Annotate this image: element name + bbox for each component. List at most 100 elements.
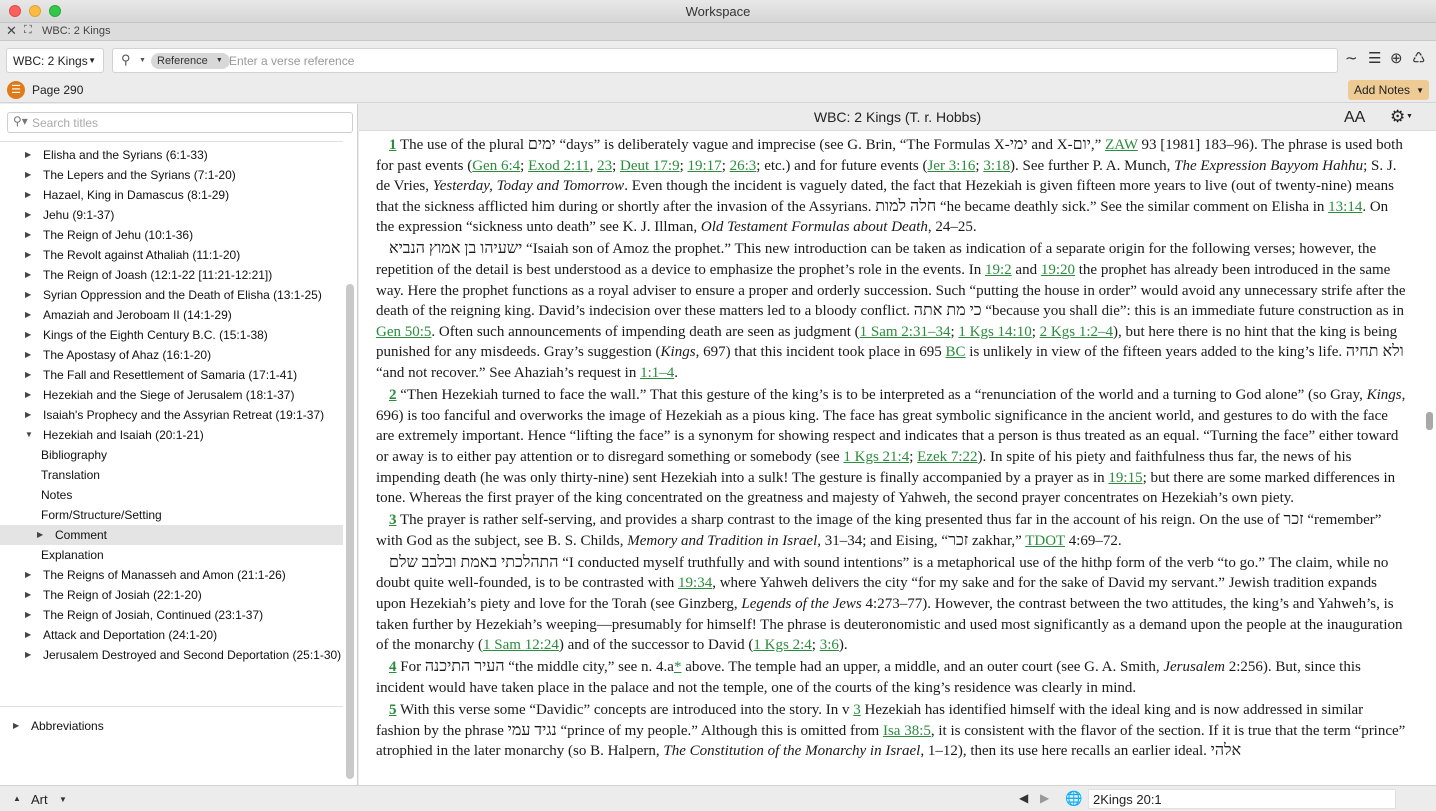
reference-link[interactable]: 1 Sam 12:24 [483,637,559,653]
reference-link[interactable]: Gen 6:4 [472,158,520,174]
reference-link[interactable]: 2 Kgs 1:2–4 [1040,324,1113,340]
reference-link[interactable]: Deut 17:9 [620,158,680,174]
table-of-contents-icon[interactable]: ☰ [7,81,25,99]
reference-link[interactable]: TDOT [1025,533,1065,549]
disclosure-closed-icon[interactable]: ▶ [25,145,31,165]
chevron-down-icon[interactable]: ▼ [139,57,146,64]
disclosure-closed-icon[interactable]: ▶ [25,245,31,265]
chevron-down-icon[interactable]: ▼ [1406,113,1413,120]
disclosure-closed-icon[interactable]: ▶ [25,585,31,605]
toc-item[interactable]: ▶ Amaziah and Jeroboam II (14:1-29) [0,305,343,325]
toc-item[interactable]: ▶ Kings of the Eighth Century B.C. (15:1-… [0,325,343,345]
reference-link[interactable]: 3:6 [820,637,839,653]
gear-icon[interactable]: ⚙ [1390,107,1405,127]
reference-link[interactable]: 1 Kgs 21:4 [843,449,909,465]
waveform-icon[interactable]: ∼ [1345,51,1358,67]
disclosure-closed-icon[interactable]: ▶ [25,605,31,625]
text-size-icon[interactable]: AA [1344,109,1365,127]
reference-link[interactable]: 23 [597,158,612,174]
chevron-up-icon[interactable]: ▲ [13,794,21,803]
toc-item[interactable]: Explanation [0,545,343,565]
toc-item[interactable]: ▶ The Reigns of Manasseh and Amon (21:1-2… [0,565,343,585]
disclosure-closed-icon[interactable]: ▶ [25,285,31,305]
toc-item[interactable]: ▶ Isaiah's Prophecy and the Assyrian Retr… [0,405,343,425]
toc-item[interactable]: ▶ Elisha and the Syrians (6:1-33) [0,145,343,165]
disclosure-closed-icon[interactable]: ▶ [37,525,43,545]
reference-link[interactable]: ZAW [1105,137,1138,153]
reference-link[interactable]: 3:18 [983,158,1010,174]
disclosure-closed-icon[interactable]: ▶ [25,565,31,585]
globe-icon[interactable]: 🌐 [1065,790,1082,807]
toc-item[interactable]: Bibliography [0,445,343,465]
location-field[interactable]: 2Kings 20:1 [1088,789,1396,809]
disclosure-closed-icon[interactable]: ▶ [25,265,31,285]
search-mode-pill[interactable]: Reference ▼ [151,53,230,69]
toc-item[interactable]: ▶ Jerusalem Destroyed and Second Deportat… [0,645,343,665]
toc-item[interactable]: ▶ Jehu (9:1-37) [0,205,343,225]
toc-item[interactable]: ▶ The Reign of Josiah, Continued (23:1-37… [0,605,343,625]
reference-link[interactable]: 26:3 [730,158,757,174]
sidebar-scrollbar[interactable] [346,284,354,779]
disclosure-closed-icon[interactable]: ▶ [25,365,31,385]
toc-item[interactable]: ▼ Hezekiah and Isaiah (20:1-21) [0,425,343,445]
close-tab-icon[interactable]: ✕ [6,24,17,38]
reference-link[interactable]: Jer 3:16 [927,158,975,174]
disclosure-closed-icon[interactable]: ▶ [25,165,31,185]
toc-item-abbreviations[interactable]: ▶ Abbreviations [0,716,343,736]
toc-item[interactable]: Notes [0,485,343,505]
toc-item[interactable]: Form/Structure/Setting [0,505,343,525]
verse-number-link[interactable]: 3 [389,512,397,528]
toc-item[interactable]: ▶ Syrian Oppression and the Death of Elis… [0,285,343,305]
toc-item[interactable]: ▶ Comment [0,525,343,545]
reference-link[interactable]: Ezek 7:22 [917,449,977,465]
add-notes-button[interactable]: Add Notes ▼ [1348,80,1429,100]
reference-link[interactable]: 19:2 [985,262,1012,278]
reference-link[interactable]: 3 [853,702,861,718]
reference-link[interactable]: 19:20 [1041,262,1075,278]
reference-link[interactable]: 1 Kgs 2:4 [753,637,811,653]
disclosure-closed-icon[interactable]: ▶ [25,305,31,325]
reference-search-box[interactable]: ⚲ ▼ Reference ▼ [112,48,1338,73]
title-search-input[interactable] [32,115,342,130]
toc-item[interactable]: ▶ Hazael, King in Damascus (8:1-29) [0,185,343,205]
verse-number-link[interactable]: 4 [389,659,397,675]
toc-item[interactable]: ▶ Attack and Deportation (24:1-20) [0,625,343,645]
toc-item[interactable]: ▶ The Fall and Resettlement of Samaria (1… [0,365,343,385]
verse-number-link[interactable]: 1 [389,137,397,153]
disclosure-closed-icon[interactable]: ▶ [25,185,31,205]
disclosure-closed-icon[interactable]: ▶ [25,325,31,345]
title-search-box[interactable]: ⚲▾ [7,112,353,133]
toc-item[interactable]: ▶ The Apostasy of Ahaz (16:1-20) [0,345,343,365]
toc-item[interactable]: ▶ The Lepers and the Syrians (7:1-20) [0,165,343,185]
disclosure-closed-icon[interactable]: ▶ [25,405,31,425]
forward-arrow-icon[interactable]: ▶ [1040,791,1049,805]
reference-link[interactable]: 19:34 [678,575,712,591]
back-arrow-icon[interactable]: ◀ [1019,791,1028,805]
layout-selector[interactable]: Art [31,792,48,807]
tab-label[interactable]: WBC: 2 Kings [42,25,110,37]
book-selector[interactable]: WBC: 2 Kings ▼ [6,48,104,73]
reference-link[interactable]: 19:15 [1108,470,1142,486]
verse-number-link[interactable]: 5 [389,702,397,718]
recycle-icon[interactable]: ♺ [1412,51,1425,67]
toc-item[interactable]: Translation [0,465,343,485]
disclosure-closed-icon[interactable]: ▶ [25,225,31,245]
disclosure-closed-icon[interactable]: ▶ [25,625,31,645]
reference-link[interactable]: 13:14 [1328,199,1362,215]
disclosure-closed-icon[interactable]: ▶ [25,345,31,365]
disclosure-closed-icon[interactable]: ▶ [25,385,31,405]
search-icon[interactable]: ⚲ [121,52,131,68]
reference-link[interactable]: 1 Kgs 14:10 [958,324,1031,340]
expand-tab-icon[interactable]: ⛶ [24,24,32,37]
toc-item[interactable]: ▶ Hezekiah and the Siege of Jerusalem (18… [0,385,343,405]
disclosure-closed-icon[interactable]: ▶ [13,716,19,736]
add-circle-icon[interactable]: ⊕ [1390,51,1403,67]
reference-link[interactable]: 19:17 [688,158,722,174]
reference-link[interactable]: Gen 50:5 [376,324,431,340]
disclosure-open-icon[interactable]: ▼ [25,425,33,445]
list-lines-icon[interactable]: ☰ [1368,51,1381,67]
reader-scrollbar[interactable] [1426,412,1433,430]
disclosure-closed-icon[interactable]: ▶ [25,645,31,665]
reference-input[interactable] [229,53,1329,69]
reference-link[interactable]: 1 Sam 2:31–34 [860,324,951,340]
